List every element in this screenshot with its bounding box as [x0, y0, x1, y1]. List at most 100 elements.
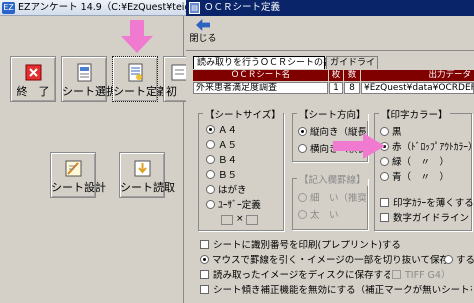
size-a5-radio[interactable]: Ａ５	[206, 140, 237, 152]
close-button-label: 閉じる	[189, 34, 217, 44]
mouse-crop-save-checkbox[interactable]: マウスで罫線を引く・イメージの一部を切り抜いて保存する（	[200, 255, 448, 267]
sheet-size-title: 【シートサイズ】	[203, 107, 283, 121]
grid-header-number: 数	[344, 70, 360, 81]
frame-thick-label: 太 い	[310, 210, 339, 221]
lighter-print-color-checkbox[interactable]: 印字ｶﾗｰを薄くする	[380, 198, 474, 210]
size-a4-radio[interactable]: Ａ４	[206, 125, 237, 137]
radio-selected-icon	[200, 255, 209, 264]
preprint-id-checkbox[interactable]: シートに識別番号を印刷(プレプリント)する	[200, 240, 472, 252]
sheet-design-icon	[65, 160, 82, 177]
tiff-g4-checkbox[interactable]: TIFF G4）	[392, 270, 450, 282]
config-window-title: ＯＣＲシート定義	[204, 2, 281, 13]
sheet-design-label: シート設計	[51, 181, 106, 194]
color-green-radio[interactable]: 緑（ 〃 ）	[380, 157, 449, 169]
save-image-checkbox[interactable]: 読み取ったイメージをディスクに保存する（	[200, 270, 390, 282]
radio-selected-icon	[298, 127, 307, 136]
left-button-panel: 終 了 シート選択 シート定義 初 シート設計 シート読取	[0, 16, 193, 303]
checkbox-icon	[392, 270, 401, 279]
sheet-read-label: シート読取	[120, 181, 175, 194]
grid-header-sheet-name: ＯＣＲシート名	[193, 70, 328, 81]
mouse-crop-save-label: マウスで罫線を引く・イメージの一部を切り抜いて保存する（	[212, 255, 448, 266]
color-blue-radio[interactable]: 青（ 〃 ）	[380, 172, 449, 184]
color-black-label: 黒	[392, 127, 402, 138]
app-logo-icon: EZ	[2, 2, 15, 14]
tab-guideline[interactable]: ガイドライ	[326, 56, 378, 69]
entry-frame-title: 【記入欄罫線】	[297, 172, 368, 186]
custom-size-separator: ×	[236, 214, 244, 224]
number-guideline-checkbox[interactable]: 数字ガイドライン	[380, 213, 469, 225]
save-image-label: 読み取ったイメージをディスクに保存する（	[213, 270, 390, 281]
size-a4-label: Ａ４	[218, 125, 238, 136]
exit-button-label: 終 了	[16, 85, 50, 98]
size-b4-radio[interactable]: Ｂ４	[206, 155, 237, 167]
sheet-select-label: シート選択	[62, 85, 117, 98]
grid-cell-number[interactable]: 8	[344, 82, 360, 94]
color-red-radio[interactable]: 赤（ﾄﾞﾛｯﾌﾟｱｳﾄｶﾗｰ）	[380, 142, 474, 154]
close-arrow-icon	[196, 19, 210, 31]
sheet-read-icon	[134, 160, 151, 177]
color-blue-label: 青（ 〃 ）	[392, 172, 450, 183]
radio-icon	[206, 155, 215, 164]
custom-width-field[interactable]	[221, 215, 233, 225]
toolbar-divider	[186, 50, 474, 51]
size-user-defined-radio[interactable]: ﾕｰｻﾞｰ定義	[206, 200, 261, 212]
size-b5-label: Ｂ５	[218, 170, 238, 181]
frame-thin-radio[interactable]: 細 い（推奨）	[298, 193, 366, 205]
grid-cell-count[interactable]: 1	[329, 82, 343, 94]
sheet-select-icon	[77, 63, 92, 82]
custom-height-field[interactable]	[246, 215, 258, 225]
sheet-definition-button[interactable]: シート定義	[112, 56, 168, 102]
exit-button[interactable]: 終 了	[10, 56, 56, 102]
config-window-titlebar: ▤ ＯＣＲシート定義	[186, 0, 474, 16]
size-user-defined-label: ﾕｰｻﾞｰ定義	[218, 200, 261, 211]
tab-sheet-name[interactable]: 読み取りを行うＯＣＲシートの名前	[193, 56, 341, 69]
radio-icon	[298, 210, 307, 219]
radio-icon	[380, 172, 389, 181]
grid-cell-output-data[interactable]: ¥EzQuest¥data¥OCRDEF...	[361, 82, 474, 94]
main-window-title: EZアンケート 14.9（C:¥EzQuest¥teigi¥外来患者満足度	[18, 2, 186, 13]
mouse-crop-save-option-label: する	[456, 255, 474, 266]
radio-icon	[298, 144, 307, 153]
main-window-titlebar: EZ EZアンケート 14.9（C:¥EzQuest¥teigi¥外来患者満足度	[0, 0, 186, 16]
sheet-definition-icon	[128, 63, 143, 82]
grid-header-count: 枚	[329, 70, 343, 81]
radio-icon	[298, 193, 307, 202]
window-icon: ▤	[189, 2, 200, 14]
grid-header-output-data: 出力データ	[361, 70, 474, 81]
close-button[interactable]: 閉じる	[186, 17, 220, 49]
checkbox-icon	[380, 198, 389, 207]
checkbox-icon	[200, 270, 209, 279]
disable-skew-correction-checkbox[interactable]: シート傾き補正機能を無効にする（補正マークが無いシートを読取	[200, 285, 472, 297]
sheet-select-button[interactable]: シート選択	[61, 56, 117, 102]
exit-icon	[25, 64, 42, 81]
mouse-crop-save-option[interactable]: する	[444, 255, 474, 267]
color-green-label: 緑（ 〃 ）	[392, 157, 450, 168]
sheet-design-button[interactable]: シート設計	[50, 152, 106, 198]
radio-icon	[444, 255, 453, 264]
radio-icon	[206, 185, 215, 194]
frame-thick-radio[interactable]: 太 い	[298, 210, 339, 222]
main-window: EZ EZアンケート 14.9（C:¥EzQuest¥teigi¥外来患者満足度…	[0, 0, 193, 303]
sheet-read-button[interactable]: シート読取	[119, 152, 175, 198]
color-red-label: 赤（ﾄﾞﾛｯﾌﾟｱｳﾄｶﾗｰ）	[392, 142, 474, 153]
checkbox-icon	[380, 213, 389, 222]
size-postcard-radio[interactable]: はがき	[206, 185, 247, 197]
checkbox-icon	[200, 285, 209, 294]
grid-cell-sheet-name[interactable]: 外来患者満足度調査	[193, 82, 328, 94]
size-b4-label: Ｂ４	[218, 155, 238, 166]
callout-arrow-right-icon	[333, 133, 385, 159]
radio-icon	[206, 170, 215, 179]
disable-skew-correction-label: シート傾き補正機能を無効にする（補正マークが無いシートを読取	[213, 285, 472, 296]
preprint-id-label: シートに識別番号を印刷(プレプリント)する	[213, 240, 401, 251]
radio-icon	[206, 140, 215, 149]
ocr-sheet-definition-window: ▤ ＯＣＲシート定義 閉じる 読み取りを行うＯＣＲシートの名前 ガイドライ ＯＣ…	[186, 0, 474, 303]
callout-arrow-down-icon	[121, 20, 153, 53]
frame-thin-label: 細 い（推奨）	[310, 193, 366, 204]
size-a5-label: Ａ５	[218, 140, 238, 151]
size-b5-radio[interactable]: Ｂ５	[206, 170, 237, 182]
radio-selected-icon	[206, 125, 215, 134]
print-color-title: 【印字カラー】	[379, 107, 450, 121]
tiff-g4-label: TIFF G4）	[405, 270, 451, 281]
size-postcard-label: はがき	[218, 185, 247, 196]
lighter-print-color-label: 印字ｶﾗｰを薄くする	[393, 198, 474, 209]
